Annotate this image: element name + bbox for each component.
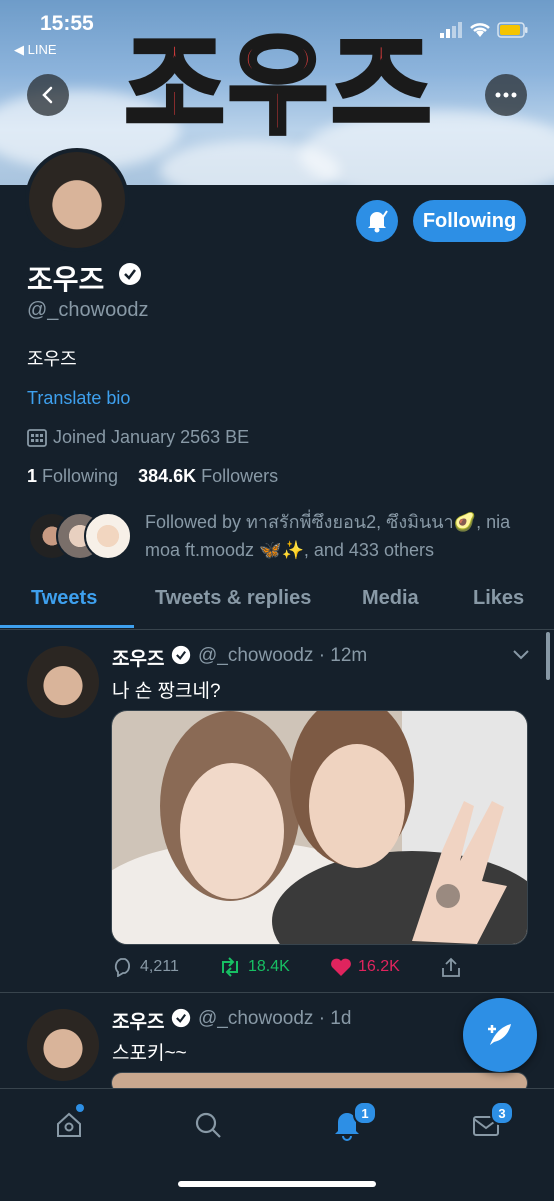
bell-icon xyxy=(368,210,388,233)
profile-bio: 조우즈 xyxy=(27,349,77,369)
battery-icon xyxy=(497,22,529,43)
verified-badge-icon xyxy=(171,645,191,670)
joined-date: Joined January 2563 BE xyxy=(27,427,249,448)
avatar xyxy=(84,512,132,560)
home-new-dot xyxy=(76,1104,84,1112)
messages-badge: 3 xyxy=(490,1101,514,1125)
profile-avatar[interactable] xyxy=(25,148,129,252)
tweet-author-name[interactable]: 조우즈 xyxy=(112,644,164,671)
followed-by-avatars[interactable] xyxy=(28,512,132,560)
share-icon xyxy=(442,957,460,977)
back-to-app-link[interactable]: ◀ LINE xyxy=(14,42,57,58)
tweet-text: 스포키~~ xyxy=(112,1043,187,1064)
chevron-left-icon xyxy=(42,86,53,104)
back-button[interactable] xyxy=(27,74,69,116)
feather-icon xyxy=(488,1024,511,1045)
scrollbar[interactable] xyxy=(546,632,550,680)
heart-icon xyxy=(331,958,351,976)
tweet-photo[interactable] xyxy=(111,710,528,945)
followed-by-text[interactable]: Followed by ทาสรักพี่ซึงยอน2, ซึงมินนา🥑,… xyxy=(145,508,535,564)
nav-search[interactable] xyxy=(190,1107,226,1143)
tab-tweets-replies[interactable]: Tweets & replies xyxy=(155,587,311,610)
nav-home[interactable] xyxy=(51,1104,87,1143)
tweet-avatar[interactable] xyxy=(27,1009,99,1081)
notifications-toggle-button[interactable] xyxy=(356,200,398,242)
like-count: 16.2K xyxy=(358,958,400,975)
retweet-icon xyxy=(222,957,238,977)
display-name: 조우즈 xyxy=(27,264,105,295)
signal-icon xyxy=(440,22,464,43)
calendar-icon xyxy=(27,428,47,447)
status-time: 15:55 xyxy=(40,12,94,35)
profile-tabs: Tweets Tweets & replies Media Likes xyxy=(0,577,554,630)
retweet-button[interactable]: 18.4K xyxy=(218,957,290,977)
tweet-handle-time: @_chowoodz · 12m xyxy=(198,645,368,666)
home-indicator[interactable] xyxy=(178,1181,376,1187)
tab-media[interactable]: Media xyxy=(362,587,419,610)
banner-title: 조우즈 xyxy=(122,22,436,152)
more-options-button[interactable] xyxy=(485,74,527,116)
share-button[interactable] xyxy=(440,956,462,978)
verified-badge-icon xyxy=(118,262,142,291)
tweet-avatar[interactable] xyxy=(27,646,99,718)
nav-messages[interactable]: 3 xyxy=(468,1101,514,1143)
reply-icon xyxy=(114,958,131,977)
followers-link[interactable]: 384.6K Followers xyxy=(138,466,278,486)
verified-badge-icon xyxy=(171,1008,191,1033)
tab-tweets[interactable]: Tweets xyxy=(31,587,97,610)
compose-tweet-button[interactable] xyxy=(463,998,537,1072)
like-button[interactable]: 16.2K xyxy=(330,957,400,977)
tweet-handle-time: @_chowoodz · 1d xyxy=(198,1008,352,1029)
tweet-menu-chevron-icon[interactable] xyxy=(512,648,530,666)
more-icon xyxy=(495,92,517,98)
tweet-divider xyxy=(0,992,554,993)
nav-notifications[interactable]: 1 xyxy=(329,1101,377,1143)
profile-handle: @_chowoodz xyxy=(27,299,149,321)
search-icon xyxy=(195,1112,221,1138)
tab-likes[interactable]: Likes xyxy=(473,587,524,610)
wifi-icon xyxy=(468,20,492,43)
tweet-author-name[interactable]: 조우즈 xyxy=(112,1007,164,1034)
following-link[interactable]: 1 Following xyxy=(27,466,118,486)
tweet-text: 나 손 짱크네? xyxy=(112,681,221,702)
retweet-count: 18.4K xyxy=(248,958,290,975)
joined-text: Joined January 2563 BE xyxy=(53,427,250,447)
active-tab-indicator xyxy=(0,625,134,628)
home-icon xyxy=(57,1112,81,1137)
notifications-badge: 1 xyxy=(353,1101,377,1125)
follow-stats: 1 Following 384.6K Followers xyxy=(27,466,278,487)
following-button[interactable]: Following xyxy=(413,200,526,242)
translate-bio-link[interactable]: Translate bio xyxy=(27,388,130,409)
reply-count: 4,211 xyxy=(140,958,179,975)
reply-button[interactable]: 4,211 xyxy=(112,957,179,977)
